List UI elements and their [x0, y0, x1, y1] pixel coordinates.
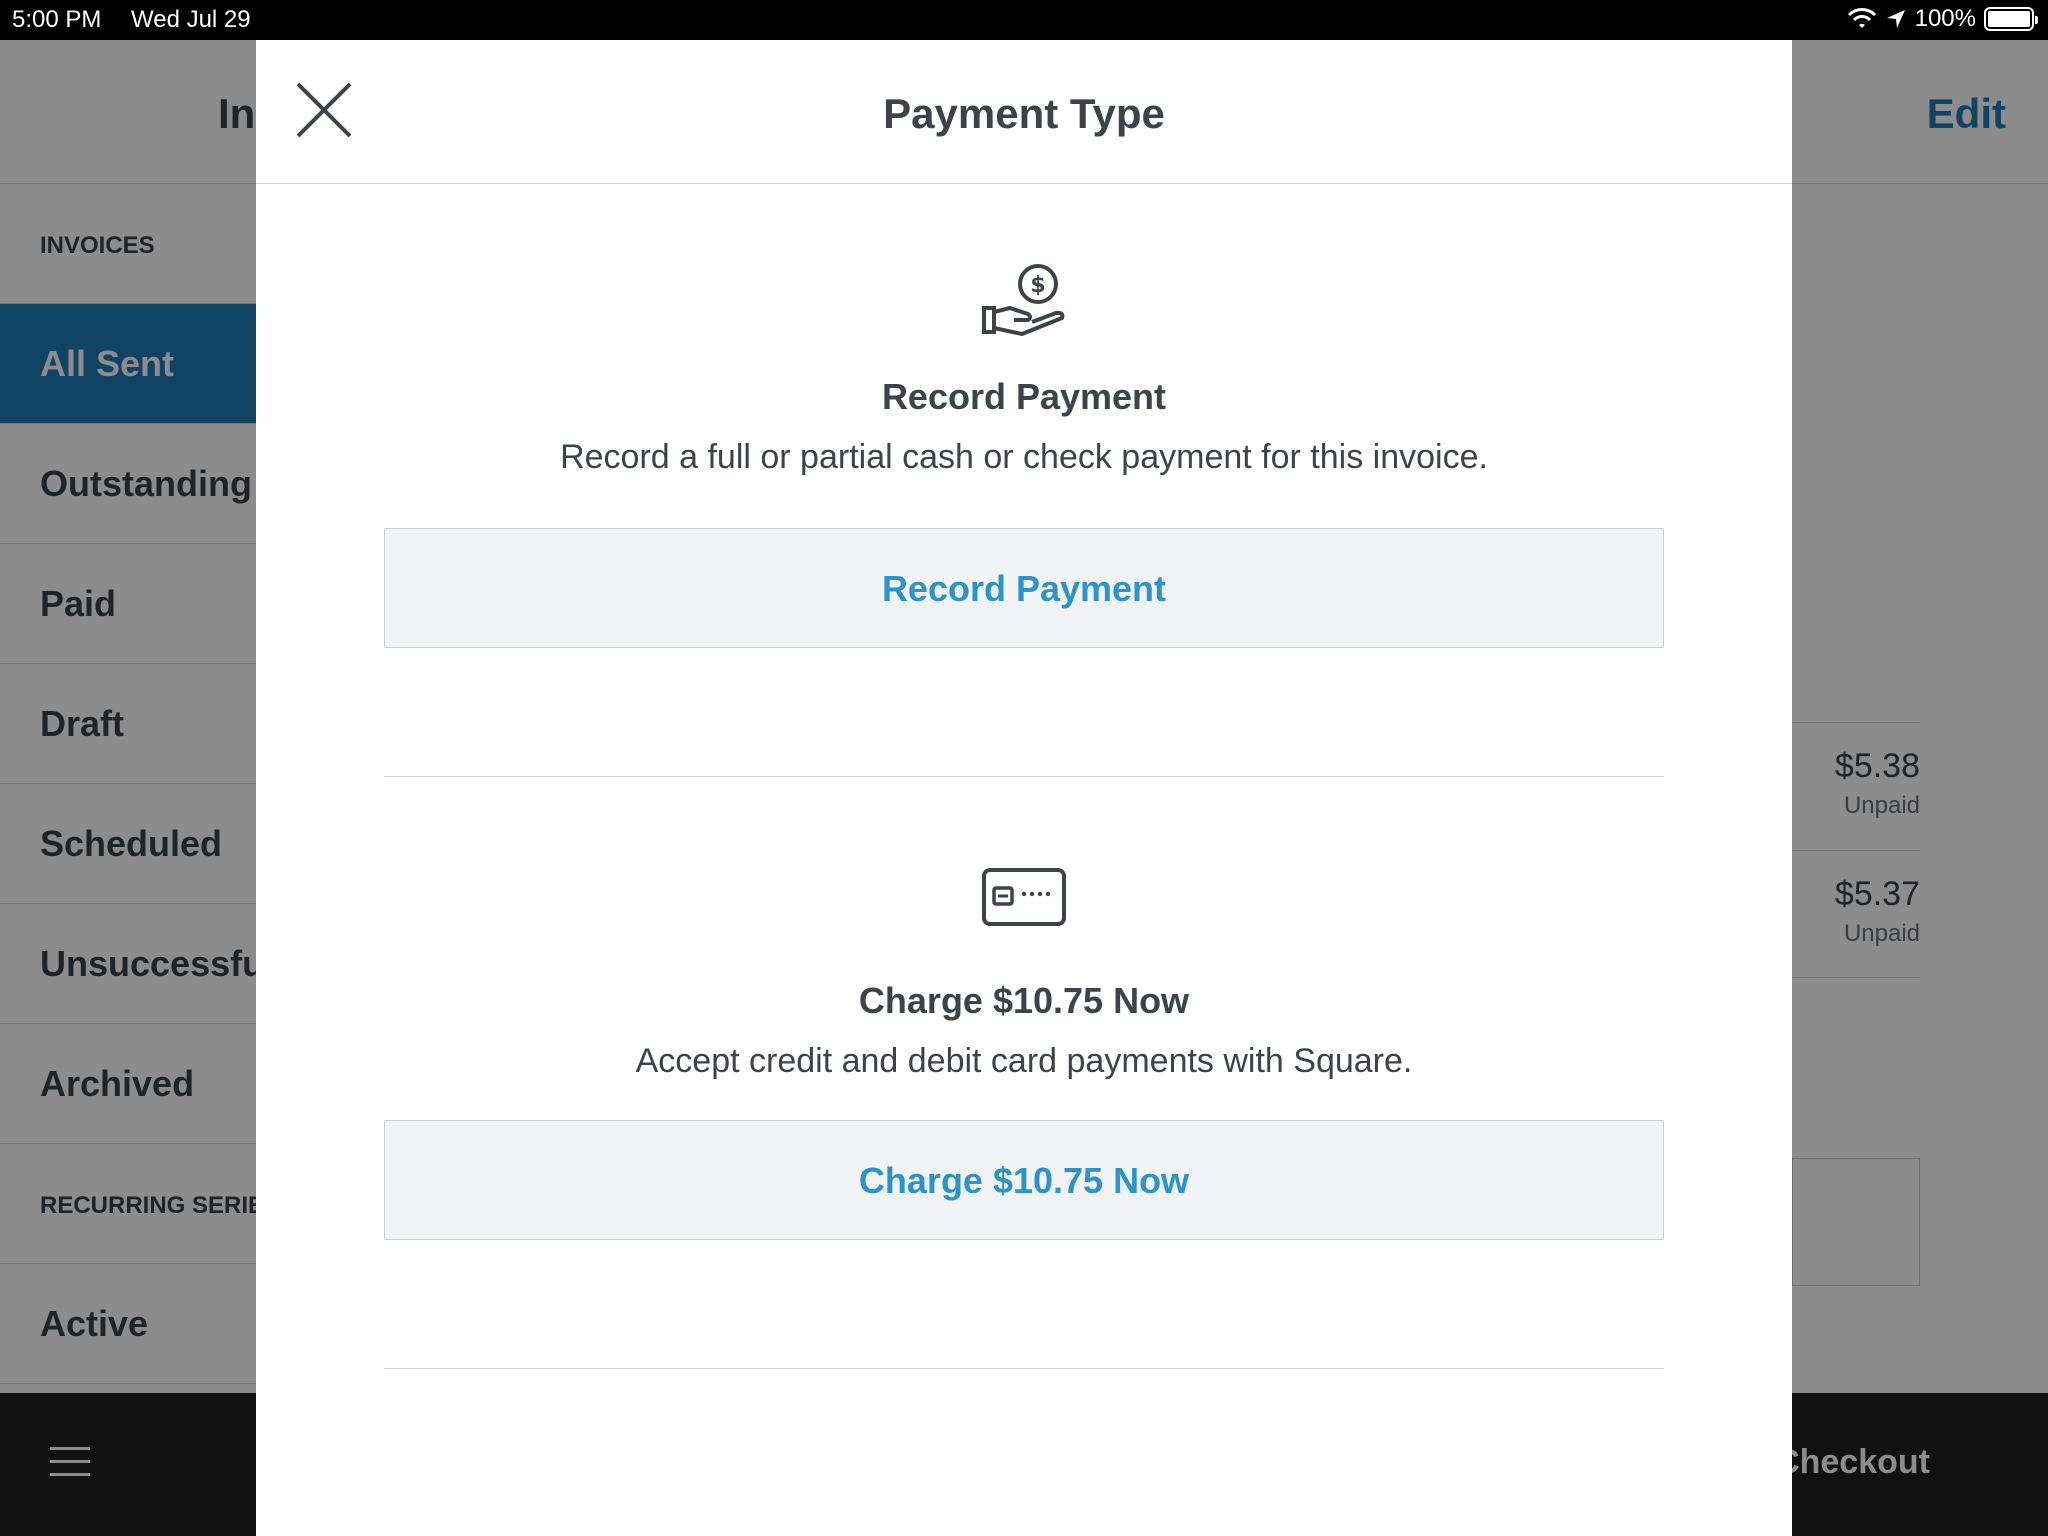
status-right: 100% [1847, 5, 2038, 33]
charge-card-option: Charge $10.75 Now Accept credit and debi… [384, 868, 1664, 1081]
payment-type-modal: Payment Type $ Record Payment Record a f… [256, 40, 1792, 1536]
record-payment-option: $ Record Payment Record a full or partia… [384, 260, 1664, 477]
status-date: Wed Jul 29 [131, 6, 251, 33]
location-arrow-icon [1886, 10, 1905, 28]
option-title: Record Payment [881, 376, 1167, 417]
option-title: Charge $10.75 Now [858, 980, 1190, 1021]
record-payment-button[interactable]: Record Payment [384, 528, 1664, 648]
wifi-icon [1847, 8, 1876, 28]
battery-icon [1984, 7, 2038, 31]
option-description: Accept credit and debit card payments wi… [635, 1042, 1413, 1080]
charge-now-button[interactable]: Charge $10.75 Now [384, 1120, 1664, 1240]
divider [384, 776, 1664, 777]
battery-percent: 100% [1914, 5, 1976, 32]
modal-title: Payment Type [883, 90, 1165, 137]
svg-text:$: $ [1030, 273, 1045, 298]
credit-card-icon [982, 868, 1066, 926]
option-description: Record a full or partial cash or check p… [560, 438, 1488, 476]
status-bar: 5:00 PM Wed Jul 29 100% [0, 0, 2048, 40]
modal-header: Payment Type [256, 40, 1792, 184]
hand-coin-icon: $ [982, 264, 1065, 336]
status-time: 5:00 PM [12, 6, 102, 33]
divider [384, 1368, 1664, 1369]
